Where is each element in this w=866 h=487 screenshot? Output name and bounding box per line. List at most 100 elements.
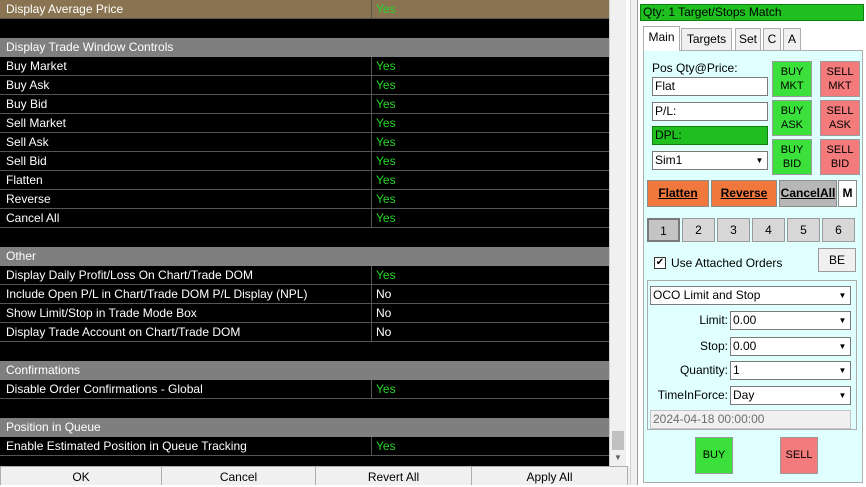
setting-row[interactable]: Sell Bid Yes	[0, 152, 609, 171]
group-header: Other	[0, 247, 609, 266]
chevron-down-icon[interactable]: ▼	[835, 287, 850, 304]
revert-all-button[interactable]: Revert All	[315, 466, 472, 485]
tab-a[interactable]: A	[783, 28, 801, 50]
sell-button[interactable]: SELL	[780, 437, 818, 474]
setting-row[interactable]: Disable Order Confirmations - Global Yes	[0, 380, 609, 399]
sell-bid-button[interactable]: SELL BID	[820, 139, 860, 175]
setting-row[interactable]: Sell Market Yes	[0, 114, 609, 133]
setting-value[interactable]: Yes	[373, 266, 609, 284]
tab-set[interactable]: Set	[735, 28, 761, 50]
stop-input[interactable]: 0.00 ▼	[730, 337, 851, 356]
setting-value[interactable]: Yes	[373, 152, 609, 170]
tab-main[interactable]: Main	[643, 26, 680, 51]
setting-value[interactable]: Yes	[373, 114, 609, 132]
pl-field: P/L:	[652, 102, 768, 121]
panel-divider[interactable]	[630, 0, 637, 485]
setting-row[interactable]: Cancel All Yes	[0, 209, 609, 228]
quantity-input[interactable]: 1 ▼	[730, 361, 851, 380]
account-select[interactable]: Sim1 ▼	[652, 151, 768, 170]
setting-value[interactable]: No	[373, 304, 609, 322]
setting-value[interactable]: No	[373, 323, 609, 341]
setting-row[interactable]: Display Daily Profit/Loss On Chart/Trade…	[0, 266, 609, 285]
setting-name: Enable Estimated Position in Queue Track…	[0, 437, 372, 455]
setting-row[interactable]: Flatten Yes	[0, 171, 609, 190]
order-type-value: OCO Limit and Stop	[653, 288, 761, 302]
sell-market-button[interactable]: SELL MKT	[820, 61, 860, 97]
flatten-button[interactable]: Flatten	[647, 180, 709, 207]
quantity-button-4[interactable]: 4	[752, 218, 785, 242]
ok-button[interactable]: OK	[0, 466, 162, 485]
time-in-force-select[interactable]: Day ▼	[730, 386, 851, 405]
quantity-button-5[interactable]: 5	[787, 218, 820, 242]
cancel-button[interactable]: Cancel	[161, 466, 316, 485]
setting-name: Buy Bid	[0, 95, 372, 113]
setting-value[interactable]: Yes	[373, 133, 609, 151]
setting-row[interactable]: Buy Market Yes	[0, 57, 609, 76]
setting-value[interactable]: Yes	[373, 57, 609, 75]
setting-value[interactable]: Yes	[373, 95, 609, 113]
checkmark-icon: ✔	[655, 257, 665, 268]
apply-all-button[interactable]: Apply All	[471, 466, 628, 485]
setting-value[interactable]: Yes	[373, 209, 609, 227]
scroll-down-arrow-icon[interactable]: ▼	[610, 450, 626, 466]
good-till-datetime-field: 2024-04-18 00:00:00	[650, 410, 851, 429]
setting-value[interactable]: Yes	[373, 437, 609, 455]
setting-row[interactable]: Display Average Price Yes	[0, 0, 609, 19]
scrollbar-thumb[interactable]	[612, 431, 624, 450]
use-attached-orders-checkbox[interactable]: ✔	[654, 257, 666, 269]
stop-label: Stop:	[699, 339, 728, 353]
chevron-down-icon[interactable]: ▼	[752, 152, 767, 169]
setting-row[interactable]: Show Limit/Stop in Trade Mode Box No	[0, 304, 609, 323]
quantity-button-1[interactable]: 1	[647, 218, 680, 242]
setting-value[interactable]: Yes	[373, 190, 609, 208]
setting-name: Sell Market	[0, 114, 372, 132]
chevron-down-icon[interactable]: ▼	[835, 362, 850, 379]
tab-c[interactable]: C	[763, 28, 781, 50]
buy-ask-button[interactable]: BUY ASK	[772, 100, 812, 136]
chevron-down-icon[interactable]: ▼	[835, 338, 850, 355]
setting-row[interactable]: Display Trade Account on Chart/Trade DOM…	[0, 323, 609, 342]
setting-name: Cancel All	[0, 209, 372, 227]
chevron-down-icon[interactable]: ▼	[835, 312, 850, 329]
setting-row[interactable]: Buy Ask Yes	[0, 76, 609, 95]
setting-value[interactable]: Yes	[373, 171, 609, 189]
setting-value[interactable]: Yes	[373, 0, 609, 18]
be-button[interactable]: BE	[818, 248, 856, 272]
setting-row[interactable]: Sell Ask Yes	[0, 133, 609, 152]
setting-value[interactable]: No	[373, 285, 609, 303]
setting-name: Buy Ask	[0, 76, 372, 94]
tab-targets[interactable]: Targets	[681, 28, 732, 50]
group-spacer	[0, 228, 609, 247]
setting-row[interactable]: Reverse Yes	[0, 190, 609, 209]
reverse-button[interactable]: Reverse	[711, 180, 777, 207]
quantity-button-6[interactable]: 6	[822, 218, 855, 242]
limit-input[interactable]: 0.00 ▼	[730, 311, 851, 330]
setting-row[interactable]: Enable Estimated Position in Queue Track…	[0, 437, 609, 456]
buy-bid-button[interactable]: BUY BID	[772, 139, 812, 175]
vertical-scrollbar[interactable]: ▼	[609, 0, 626, 466]
setting-row[interactable]: Include Open P/L in Chart/Trade DOM P/L …	[0, 285, 609, 304]
account-value: Sim1	[655, 153, 683, 167]
quantity-button-3[interactable]: 3	[717, 218, 750, 242]
buy-market-button[interactable]: BUY MKT	[772, 61, 812, 97]
group-spacer	[0, 456, 609, 466]
position-field: Flat	[652, 77, 768, 96]
buy-button[interactable]: BUY	[695, 437, 733, 474]
setting-name: Display Daily Profit/Loss On Chart/Trade…	[0, 266, 372, 284]
setting-value[interactable]: Yes	[373, 380, 609, 398]
setting-name: Reverse	[0, 190, 372, 208]
sell-ask-button[interactable]: SELL ASK	[820, 100, 860, 136]
setting-name: Show Limit/Stop in Trade Mode Box	[0, 304, 372, 322]
chevron-down-icon[interactable]: ▼	[835, 387, 850, 404]
quantity-button-2[interactable]: 2	[682, 218, 715, 242]
group-spacer	[0, 342, 609, 361]
group-spacer	[0, 19, 609, 38]
cancel-all-button[interactable]: CancelAll	[779, 180, 837, 207]
m-button[interactable]: M	[838, 180, 857, 207]
group-header: Position in Queue	[0, 418, 609, 437]
order-type-select[interactable]: OCO Limit and Stop ▼	[650, 286, 851, 305]
settings-rows: Display Average Price Yes Display Trade Wi…	[0, 0, 609, 466]
setting-row[interactable]: Buy Bid Yes	[0, 95, 609, 114]
group-header: Display Trade Window Controls	[0, 38, 609, 57]
setting-value[interactable]: Yes	[373, 76, 609, 94]
